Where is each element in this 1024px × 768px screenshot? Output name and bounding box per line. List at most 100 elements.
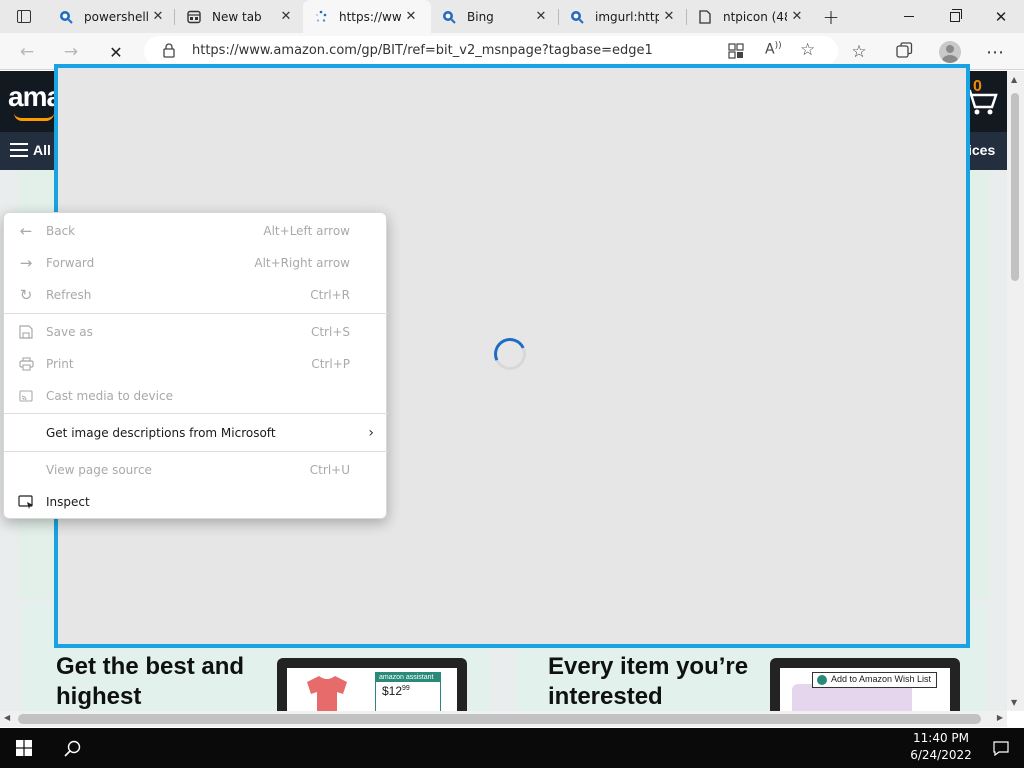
menu-item-label: Print <box>46 357 74 371</box>
tab-imgurl[interactable]: imgurl:http ✕ <box>559 0 685 33</box>
close-window-button[interactable]: ✕ <box>978 0 1024 33</box>
favorites-button[interactable]: ☆ <box>844 37 874 67</box>
scroll-thumb[interactable] <box>1011 93 1019 281</box>
all-menu-button[interactable]: All <box>10 142 51 158</box>
tab-actions-icon <box>17 10 31 23</box>
tab-ntpicon[interactable]: ntpicon (48 ✕ <box>687 0 813 33</box>
vertical-scrollbar[interactable]: ▲ ▼ <box>1007 71 1024 711</box>
page-icon <box>697 9 713 25</box>
menu-item-print[interactable]: Print Ctrl+P <box>4 349 388 379</box>
menu-item-save-as[interactable]: Save as Ctrl+S <box>4 317 388 347</box>
forward-arrow-icon: → <box>19 254 33 272</box>
price-cents: 99 <box>402 685 410 692</box>
new-tab-button[interactable]: + <box>808 0 854 33</box>
menu-item-shortcut: Ctrl+R <box>310 288 350 302</box>
save-icon <box>16 322 36 342</box>
search-icon <box>441 9 457 25</box>
menu-item-forward[interactable]: → Forward Alt+Right arrow <box>4 248 388 278</box>
restore-icon <box>950 8 962 22</box>
windows-taskbar: 11:40 PM 6/24/2022 <box>0 728 1024 768</box>
wishlist-label: Add to Amazon Wish List <box>831 674 932 684</box>
search-icon <box>569 9 585 25</box>
search-button[interactable] <box>48 728 96 768</box>
close-tab-icon[interactable]: ✕ <box>659 7 679 27</box>
forward-arrow-icon: → <box>63 42 79 62</box>
cart-count: 0 <box>973 78 982 95</box>
menu-item-inspect[interactable]: Inspect <box>4 487 388 517</box>
menu-item-label: Forward <box>46 256 95 270</box>
close-tab-icon[interactable]: ✕ <box>276 7 296 27</box>
collections-button[interactable] <box>889 37 919 67</box>
tablet-image: Add to Amazon Wish List <box>770 658 960 711</box>
price-dollars: $12 <box>382 684 403 698</box>
tab-amazon-active[interactable]: https://www ✕ <box>303 0 431 33</box>
sofa-image <box>792 684 912 711</box>
context-menu: ← Back Alt+Left arrow → Forward Alt+Righ… <box>3 212 388 519</box>
card-heading: Every item you’re interested <box>548 653 749 710</box>
close-tab-icon[interactable]: ✕ <box>787 7 807 27</box>
scroll-down-icon[interactable]: ▼ <box>1011 698 1017 707</box>
scroll-thumb[interactable] <box>18 714 981 724</box>
tab-title: imgurl:http <box>595 9 659 24</box>
url-text[interactable]: https://www.amazon.com/gp/BIT/ref=bit_v2… <box>192 43 653 58</box>
menu-item-cast-media[interactable]: Cast media to device <box>4 381 388 411</box>
add-favorite-icon[interactable]: ☆ <box>800 40 815 60</box>
close-tab-icon[interactable]: ✕ <box>531 7 551 27</box>
all-label: All <box>33 142 51 158</box>
menu-item-back[interactable]: ← Back Alt+Left arrow <box>4 216 388 246</box>
tablet-image: amazon assistant $1299 <box>277 658 467 711</box>
tab-new-tab[interactable]: New tab ✕ <box>176 0 302 33</box>
new-tab-icon <box>186 9 202 25</box>
restore-button[interactable] <box>932 0 978 33</box>
tab-powershell[interactable]: powershell ✕ <box>48 0 174 33</box>
wishlist-tooltip: Add to Amazon Wish List <box>812 672 938 688</box>
nav-link[interactable]: ices <box>968 142 995 158</box>
forward-button[interactable]: → <box>56 37 86 67</box>
notification-icon <box>993 740 1009 756</box>
chevron-right-icon: › <box>368 425 374 441</box>
tab-bing[interactable]: Bing ✕ <box>431 0 557 33</box>
menu-item-refresh[interactable]: ↻ Refresh Ctrl+R <box>4 280 388 310</box>
horizontal-scrollbar[interactable]: ◀ ▶ <box>0 711 1007 727</box>
clock-time: 11:40 PM <box>913 731 969 745</box>
close-icon: ✕ <box>994 7 1008 26</box>
close-icon: ✕ <box>109 42 123 62</box>
more-icon: ⋯ <box>986 41 1004 63</box>
refresh-icon: ↻ <box>19 286 33 304</box>
tab-title: Bing <box>467 9 494 24</box>
back-button[interactable]: ← <box>12 37 42 67</box>
read-aloud-icon[interactable]: A)) <box>765 41 782 58</box>
tab-title: New tab <box>212 9 262 24</box>
start-button[interactable] <box>0 728 48 768</box>
system-clock[interactable]: 11:40 PM 6/24/2022 <box>906 730 976 764</box>
close-tab-icon[interactable]: ✕ <box>401 7 421 27</box>
notifications-button[interactable] <box>978 728 1024 768</box>
app-available-icon[interactable] <box>728 43 744 62</box>
menu-item-view-source[interactable]: View page source Ctrl+U <box>4 455 388 485</box>
scroll-left-icon[interactable]: ◀ <box>4 713 10 722</box>
menu-item-shortcut: Ctrl+S <box>310 325 350 339</box>
close-tab-icon[interactable]: ✕ <box>148 7 168 27</box>
menu-item-label: Get image descriptions from Microsoft <box>46 426 276 440</box>
scroll-up-icon[interactable]: ▲ <box>1011 75 1017 84</box>
stop-loading-button[interactable]: ✕ <box>101 37 131 67</box>
minimize-icon <box>904 16 914 17</box>
minimize-button[interactable] <box>886 0 932 33</box>
menu-item-shortcut: Alt+Left arrow <box>263 224 350 238</box>
menu-item-image-descriptions[interactable]: Get image descriptions from Microsoft › <box>4 418 388 448</box>
amazon-assistant-badge: amazon assistant $1299 <box>375 672 441 711</box>
settings-menu-button[interactable]: ⋯ <box>980 37 1010 67</box>
scroll-right-icon[interactable]: ▶ <box>997 713 1003 722</box>
lock-icon <box>163 43 175 61</box>
favorites-icon: ☆ <box>851 42 867 62</box>
search-icon <box>63 740 80 757</box>
wishlist-icon <box>817 675 827 685</box>
amazon-smile-icon <box>14 113 54 121</box>
tab-actions-button[interactable] <box>2 0 46 33</box>
menu-item-label: Save as <box>46 325 93 339</box>
address-bar[interactable]: https://www.amazon.com/gp/BIT/ref=bit_v2… <box>144 36 838 66</box>
menu-item-shortcut: Alt+Right arrow <box>254 256 350 270</box>
collections-icon <box>895 41 913 63</box>
print-icon <box>16 354 36 374</box>
profile-button[interactable] <box>935 37 965 67</box>
